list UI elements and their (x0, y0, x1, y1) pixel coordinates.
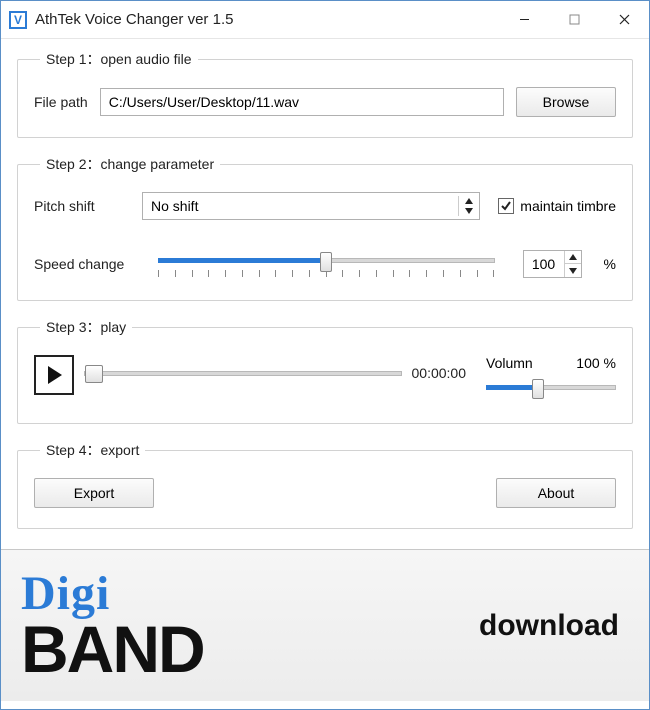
step1-legend: Step 1：open audio file (40, 49, 198, 69)
pitch-spinner (458, 196, 475, 216)
volume-thumb[interactable] (532, 379, 544, 399)
volume-value: 100 % (576, 355, 616, 371)
window-title: AthTek Voice Changer ver 1.5 (35, 11, 499, 28)
titlebar: V AthTek Voice Changer ver 1.5 (1, 1, 649, 39)
filepath-input[interactable] (100, 88, 504, 116)
pitch-value: No shift (151, 198, 198, 214)
speed-unit: % (604, 256, 616, 272)
filepath-label: File path (34, 94, 88, 110)
app-icon: V (9, 11, 27, 29)
checkbox-box (498, 198, 514, 214)
download-link[interactable]: download (479, 609, 619, 643)
pitch-select[interactable]: No shift (142, 192, 480, 220)
playback-thumb[interactable] (85, 365, 103, 383)
pitch-down-icon[interactable] (463, 206, 475, 216)
close-button[interactable] (599, 1, 649, 39)
step1-group: Step 1：open audio file File path Browse (17, 49, 633, 138)
maximize-button[interactable] (549, 1, 599, 39)
maintain-timbre-label: maintain timbre (520, 198, 616, 214)
speed-slider-thumb[interactable] (320, 252, 332, 272)
speed-slider[interactable] (158, 248, 495, 280)
step3-group: Step 3：play 00:00:00 Volumn 100 % (17, 317, 633, 424)
speed-label: Speed change (34, 256, 144, 272)
playback-slider[interactable] (84, 361, 402, 393)
step2-legend: Step 2：change parameter (40, 154, 220, 174)
banner: Digi BAND download (1, 549, 649, 701)
content-area: Step 1：open audio file File path Browse … (1, 39, 649, 549)
volume-block: Volumn 100 % (486, 355, 616, 403)
logo: Digi BAND (21, 570, 204, 681)
speed-up-icon[interactable] (565, 251, 581, 264)
volume-label: Volumn (486, 355, 533, 371)
logo-band: BAND (21, 618, 204, 681)
window-controls (499, 1, 649, 39)
step3-legend: Step 3：play (40, 317, 132, 337)
export-button[interactable]: Export (34, 478, 154, 508)
speed-spinbox[interactable] (523, 250, 582, 278)
play-icon (46, 366, 62, 384)
logo-digi: Digi (21, 570, 204, 618)
volume-slider[interactable] (486, 375, 616, 403)
step4-group: Step 4：export Export About (17, 440, 633, 529)
speed-down-icon[interactable] (565, 264, 581, 277)
browse-button[interactable]: Browse (516, 87, 616, 117)
timecode: 00:00:00 (412, 365, 467, 381)
play-button[interactable] (34, 355, 74, 395)
about-button[interactable]: About (496, 478, 616, 508)
step4-legend: Step 4：export (40, 440, 145, 460)
speed-value-input[interactable] (524, 251, 564, 277)
pitch-up-icon[interactable] (463, 196, 475, 206)
minimize-button[interactable] (499, 1, 549, 39)
pitch-label: Pitch shift (34, 198, 124, 214)
maintain-timbre-checkbox[interactable]: maintain timbre (498, 198, 616, 214)
step2-group: Step 2：change parameter Pitch shift No s… (17, 154, 633, 301)
check-icon (500, 200, 512, 212)
